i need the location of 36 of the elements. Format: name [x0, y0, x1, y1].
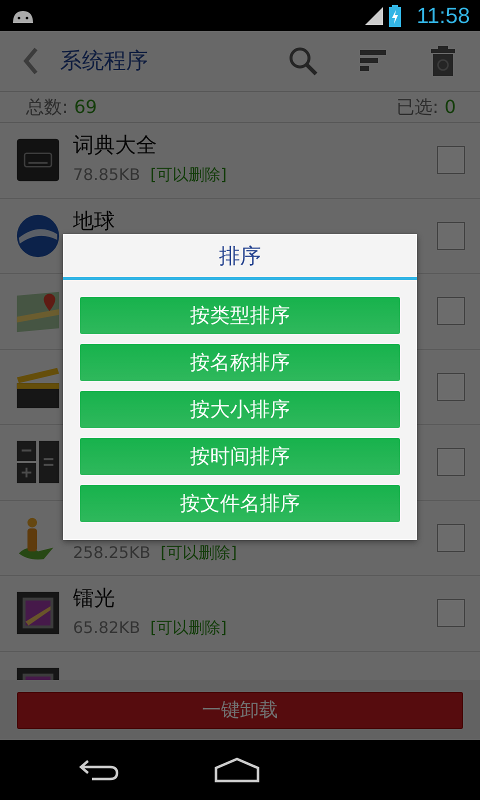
removable-tag: [可以删除] — [160, 542, 237, 562]
checkbox[interactable] — [437, 297, 465, 326]
checkbox[interactable] — [437, 372, 465, 401]
battery-icon — [388, 4, 401, 26]
checkbox[interactable] — [437, 599, 465, 628]
app-name: 地球 — [73, 210, 116, 232]
selected-label: 已选: — [396, 96, 439, 119]
app-name: 镭光 — [73, 587, 116, 609]
clock-time: 11:58 — [416, 2, 470, 28]
selected-count: 0 — [444, 96, 456, 118]
app-name: 词典大全 — [73, 134, 158, 156]
checkbox[interactable] — [437, 448, 465, 476]
total-label: 总数: — [26, 96, 68, 119]
back-icon[interactable] — [78, 757, 120, 783]
signal-icon — [364, 6, 383, 24]
globe-icon — [15, 212, 61, 259]
uninstall-all-button[interactable]: 一键卸载 — [17, 692, 463, 728]
trash-icon[interactable] — [428, 46, 458, 76]
keyboard-icon — [15, 137, 61, 184]
android-icon — [12, 8, 34, 22]
sort-option-button[interactable]: 按名称排序 — [80, 344, 400, 381]
removable-tag: [可以删除] — [150, 618, 227, 638]
sort-option-button[interactable]: 按类型排序 — [80, 297, 400, 334]
screen-title: 系统程序 — [60, 48, 149, 76]
sort-option-button[interactable]: 按文件名排序 — [80, 485, 400, 522]
total-count: 69 — [74, 96, 97, 118]
removable-tag: [可以删除] — [150, 165, 227, 185]
checkbox[interactable] — [437, 524, 465, 552]
dialog-title: 排序 — [63, 234, 417, 280]
home-icon[interactable] — [214, 757, 260, 783]
search-icon[interactable] — [288, 46, 318, 76]
calculator-icon — [15, 439, 61, 486]
checkbox[interactable] — [437, 222, 465, 250]
sort-option-button[interactable]: 按大小排序 — [80, 391, 400, 428]
checkbox[interactable] — [437, 146, 465, 174]
sort-option-button[interactable]: 按时间排序 — [80, 438, 400, 475]
